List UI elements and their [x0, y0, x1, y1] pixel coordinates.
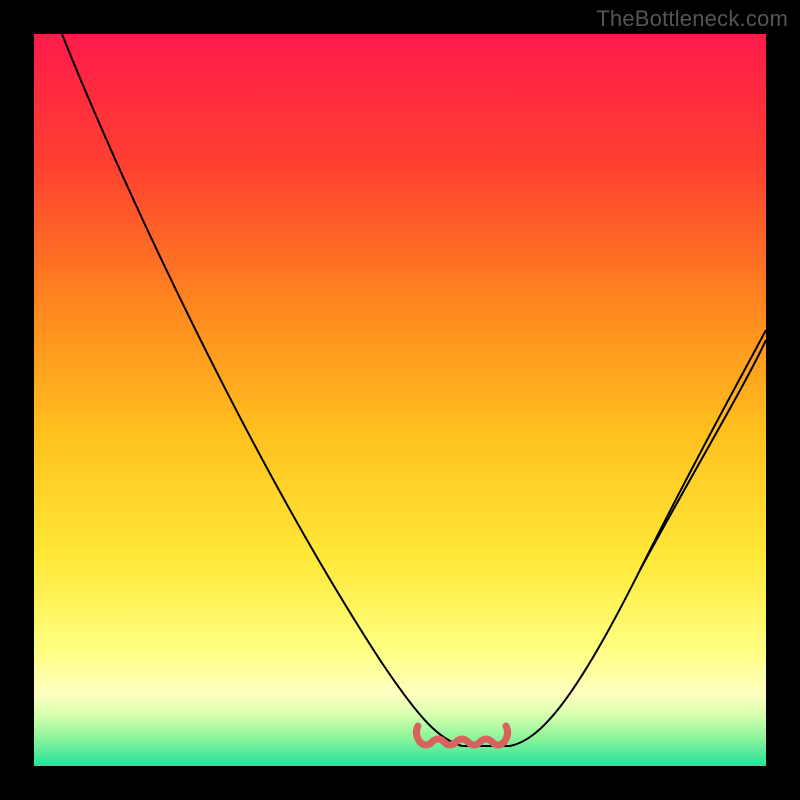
watermark-text: TheBottleneck.com	[596, 6, 788, 32]
gradient-rect	[34, 34, 766, 766]
chart-svg	[0, 0, 800, 800]
chart-frame: TheBottleneck.com	[0, 0, 800, 800]
plot-area	[34, 34, 766, 766]
marker-right-cap	[504, 726, 508, 742]
marker-left-cap	[416, 726, 420, 742]
